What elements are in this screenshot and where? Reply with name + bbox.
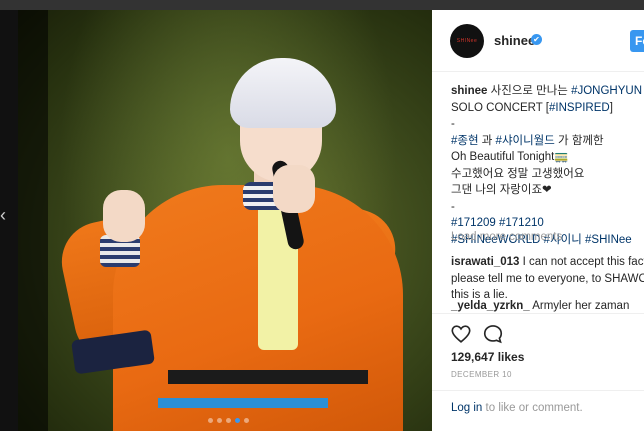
heart-icon[interactable] bbox=[450, 323, 472, 345]
hashtag-link[interactable]: #샤이니월드 bbox=[496, 135, 555, 147]
caption-line: SOLO CONCERT [#INSPIRED] bbox=[451, 100, 641, 117]
post-sidebar: SHINee shinee ✔ Fo shinee 사진으로 만나는 #JONG… bbox=[432, 10, 644, 431]
caption-text: 사진으로 만나는 bbox=[487, 85, 572, 97]
caption-line: shinee 사진으로 만나는 #JONGHYUN bbox=[451, 83, 642, 100]
caption-line: Oh Beautiful Tonight🚃 bbox=[451, 149, 641, 166]
caption-text: SOLO CONCERT [ bbox=[451, 101, 549, 114]
caption-text: ] bbox=[609, 101, 613, 114]
comment-username[interactable]: israwati_013 bbox=[451, 256, 519, 268]
caption-text: 수고했어요 정말 고생했어요 bbox=[451, 167, 585, 180]
performer-belt bbox=[168, 370, 368, 384]
login-prompt-text: to like or comment. bbox=[482, 402, 583, 414]
performer-belt-blue bbox=[158, 398, 328, 408]
caption-line: #종현 과 #샤이니월드 가 함께한 bbox=[451, 133, 641, 150]
actions-divider bbox=[432, 313, 644, 314]
comment-text: I can not accept this fact.. bbox=[522, 256, 644, 268]
post-header: SHINee shinee ✔ Fo bbox=[432, 10, 644, 72]
caption-username[interactable]: shinee bbox=[451, 85, 487, 97]
caption-line: 그댄 나의 자랑이죠❤ bbox=[451, 182, 641, 199]
hashtag-link[interactable]: #종현 bbox=[451, 135, 479, 147]
performer-fist bbox=[103, 190, 145, 242]
hashtag-link[interactable]: #171209 bbox=[451, 217, 496, 229]
comment-item: israwati_013 I can not accept this fact.… bbox=[451, 254, 644, 304]
hashtag-link[interactable]: #171210 bbox=[499, 217, 544, 229]
comment-icon[interactable] bbox=[482, 323, 504, 345]
username-link[interactable]: shinee bbox=[494, 33, 535, 48]
post-caption: shinee 사진으로 만나는 #JONGHYUN SOLO CONCERT [#… bbox=[451, 83, 642, 248]
caption-line: #171209 #171210 bbox=[451, 215, 641, 232]
avatar[interactable]: SHINee bbox=[450, 24, 484, 58]
carousel-indicator bbox=[208, 418, 249, 423]
backdrop-top-strip bbox=[0, 0, 644, 10]
login-link[interactable]: Log in bbox=[451, 402, 482, 414]
comment-username[interactable]: _yelda_yzrkn_ bbox=[451, 300, 530, 312]
comment-text: Armyler her zaman bbox=[532, 300, 630, 312]
post-photo[interactable] bbox=[18, 10, 432, 431]
follow-button[interactable]: Fo bbox=[630, 30, 644, 52]
likes-count[interactable]: 129,647 likes bbox=[451, 350, 524, 364]
performer-hand bbox=[273, 165, 315, 213]
caption-text: 가 함께한 bbox=[554, 134, 604, 147]
caption-text: - bbox=[451, 200, 455, 213]
hashtag-link[interactable]: #INSPIRED bbox=[549, 102, 610, 114]
verified-badge-icon: ✔ bbox=[531, 34, 542, 45]
caption-text: 그댄 나의 자랑이죠❤ bbox=[451, 184, 552, 196]
hashtag-link[interactable]: #JONGHYUN bbox=[571, 85, 642, 97]
chevron-left-icon[interactable]: ‹ bbox=[0, 205, 10, 225]
caption-line: - bbox=[451, 199, 641, 216]
carousel-dot bbox=[208, 418, 213, 423]
carousel-dot bbox=[217, 418, 222, 423]
carousel-dot bbox=[244, 418, 249, 423]
caption-text: - bbox=[451, 118, 455, 130]
load-more-comments-link[interactable]: Load more comments bbox=[451, 231, 562, 243]
carousel-dot bbox=[235, 418, 240, 423]
caption-text: 과 bbox=[478, 134, 496, 147]
caption-line: 수고했어요 정말 고생했어요 bbox=[451, 166, 641, 183]
login-prompt: Log in to like or comment. bbox=[432, 390, 644, 425]
caption-line: - bbox=[451, 116, 641, 133]
comment-text: please tell me to everyone, to SHAWOL bbox=[451, 272, 644, 285]
carousel-dot bbox=[226, 418, 231, 423]
caption-text: Oh Beautiful Tonight🚃 bbox=[451, 151, 569, 163]
hashtag-link[interactable]: #SHINee bbox=[585, 234, 632, 246]
photo-shadow bbox=[18, 10, 48, 431]
post-date: DECEMBER 10 bbox=[451, 370, 512, 379]
